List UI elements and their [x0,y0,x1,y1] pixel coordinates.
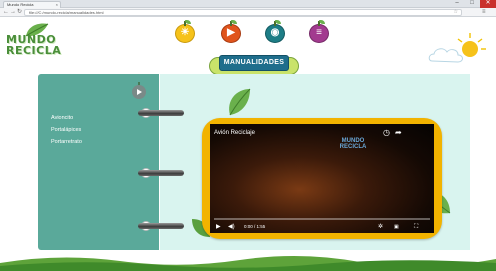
volume-icon[interactable]: ◀) [228,223,235,231]
ring-bar [138,110,184,116]
browser-tab[interactable]: Mundo Recicla × [3,1,61,8]
nav-video-glyph: ▶ [227,27,235,38]
maximize-button[interactable]: □ [465,0,479,8]
video-controls: ▶ ◀) 0:00 / 1:55 ✲ ▣ ⛶ [210,217,434,233]
crafts-menu: Avioncito Portalápices Portarretrato [51,112,82,148]
nav-lightbulb-button[interactable]: ☀ [175,20,195,43]
top-navigation: ☀ ▶ ◉ ≡ [0,17,496,47]
nav-games-glyph: ◉ [270,27,280,38]
ring-bar [138,170,184,176]
sun-cloud-icon [428,33,486,63]
video-time: 0:00 / 1:55 [244,224,266,229]
youtube-icon[interactable]: ▣ [394,223,399,231]
sprout-decoration [275,20,281,24]
notebook-ring-2 [138,168,184,178]
menu-item-portarretrato[interactable]: Portarretrato [51,136,82,148]
url-input[interactable]: file:///C:/mundo-recicla/manualidades.ht… [24,9,462,16]
notebook-ring-3 [138,221,184,231]
watch-later-icon[interactable]: ◷ [383,128,390,137]
url-text: file:///C:/mundo-recicla/manualidades.ht… [29,10,104,15]
video-logo-line2: RECICLA [339,144,367,150]
fullscreen-icon[interactable]: ⛶ [414,223,418,231]
settings-icon[interactable]: ✲ [378,223,383,231]
nav-list-glyph: ≡ [316,27,322,38]
back-icon[interactable]: ← [3,9,9,16]
grass-decoration [0,255,496,271]
small-video-apple-icon[interactable] [131,82,147,100]
browser-titlebar: Mundo Recicla × – □ ✕ [0,0,496,8]
nav-list-button[interactable]: ≡ [309,20,329,43]
video-title[interactable]: Avión Reciclaje [214,130,255,136]
close-window-button[interactable]: ✕ [480,0,496,8]
sprout-decoration [319,20,325,24]
browser-toolbar: ← → ↻ file:///C:/mundo-recicla/manualida… [0,8,496,17]
nav-video-button[interactable]: ▶ [221,20,241,43]
notebook-ring-1 [138,108,184,118]
bookmark-star-icon[interactable]: ☆ [454,10,458,15]
video-progress-bar[interactable] [214,218,430,220]
leaf-decoration-icon [229,88,251,116]
forward-icon[interactable]: → [10,9,16,16]
nav-games-button[interactable]: ◉ [265,20,285,43]
reload-icon[interactable]: ↻ [17,9,22,16]
ring-bar [138,223,184,229]
sprout-decoration [185,20,191,24]
share-icon[interactable]: ➦ [395,128,402,137]
video-player[interactable]: Avión Reciclaje ◷ ➦ MUNDO RECICLA ▶ ◀) 0… [210,124,434,233]
menu-item-portalapices[interactable]: Portalápices [51,124,82,136]
play-icon[interactable]: ▶ [216,223,221,231]
minimize-button[interactable]: – [450,0,464,8]
section-title: MANUALIDADES [223,59,285,66]
menu-item-avioncito[interactable]: Avioncito [51,112,82,124]
sprout-decoration [231,20,237,24]
browser-menu-icon[interactable]: ≡ [482,9,486,16]
page-content: MUNDO RECICLA ☀ ▶ ◉ ≡ MANUALIDADES Avion… [0,17,496,271]
nav-lightbulb-glyph: ☀ [180,27,190,38]
video-frame: Avión Reciclaje ◷ ➦ MUNDO RECICLA ▶ ◀) 0… [202,118,442,239]
tab-title: Mundo Recicla [7,2,34,7]
video-watermark-logo: MUNDO RECICLA [335,136,371,156]
